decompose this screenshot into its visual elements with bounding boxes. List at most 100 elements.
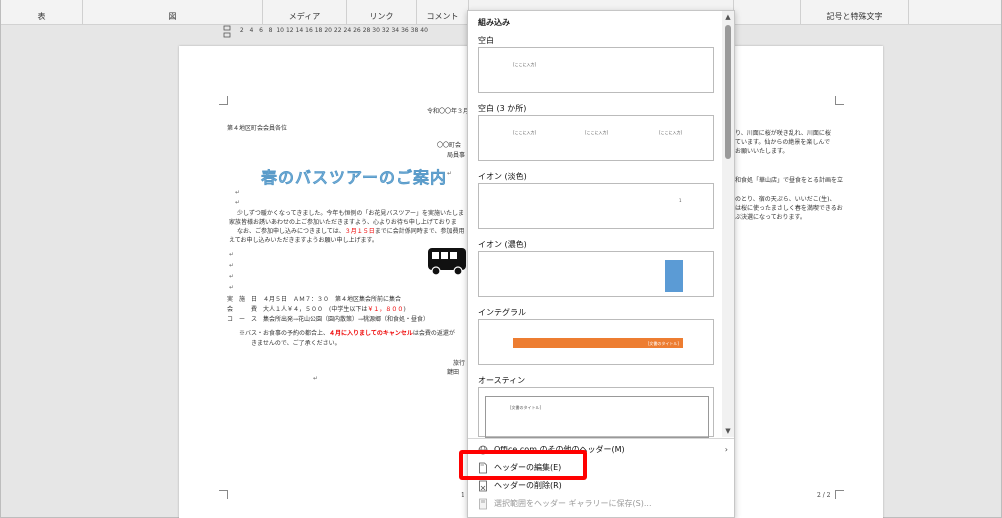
header-gallery-dropdown[interactable]: 組み込み 空白 [ここに入力] 空白 (3 か所) [ここに入力] [ここに入力… bbox=[467, 10, 735, 518]
paragraph-mark-icon: ↵ bbox=[313, 375, 319, 382]
ruler-tick-label: 8 bbox=[268, 27, 273, 34]
ruler-tick-label: 26 bbox=[353, 27, 361, 34]
gallery-item-integral[interactable]: [文書のタイトル] bbox=[478, 319, 714, 365]
ribbon-group-symbols[interactable]: 記号と特殊文字 bbox=[801, 0, 909, 24]
bus-icon bbox=[428, 248, 466, 276]
margin-corner bbox=[219, 490, 228, 499]
doc-text-run-red: ￥１，８００ bbox=[367, 306, 404, 313]
menu-save-to-gallery[interactable]: 選択範囲をヘッダー ギャラリーに保存(S)... bbox=[468, 495, 734, 513]
doc-text-run-red: ３月１５日 bbox=[344, 228, 375, 235]
paragraph-mark-icon: ↵ bbox=[229, 273, 235, 280]
ruler-tick-label: 18 bbox=[314, 27, 323, 34]
ruler-tick-label: 12 bbox=[285, 27, 294, 34]
menu-item-label: 選択範囲をヘッダー ギャラリーに保存(S)... bbox=[494, 499, 652, 508]
ribbon-group-header-footer[interactable] bbox=[733, 0, 801, 24]
ruler-tick-label: 16 bbox=[305, 27, 313, 34]
doc-paragraph: ぶ決選になっております。 bbox=[735, 214, 806, 221]
doc-detail-course: コ ー ス 集会所出発→花山公園（園内散策）→桃源郷（和食処・昼食） bbox=[227, 316, 430, 323]
ruler-tick-label: 38 bbox=[410, 27, 419, 34]
paragraph-mark-icon: ↵ bbox=[235, 189, 241, 196]
doc-text-run: ※バス・お食事の予約の都合上、 bbox=[239, 330, 330, 337]
save-selection-icon bbox=[479, 498, 487, 510]
doc-text-run-red: ４月に入りましてのキャンセル bbox=[329, 330, 413, 337]
remove-header-icon bbox=[479, 480, 487, 492]
gallery-item-blank[interactable]: [ここに入力] bbox=[478, 47, 714, 93]
scrollbar-thumb[interactable] bbox=[725, 25, 731, 159]
page-number: 2 / 2 bbox=[817, 492, 831, 499]
ribbon-group-label: メディア bbox=[288, 12, 321, 21]
thumb-placeholder: [ここに入力] bbox=[513, 130, 537, 135]
gallery-item-label: 空白 (3 か所) bbox=[478, 104, 527, 113]
doc-title: 春のバスツアーのご案内 bbox=[261, 168, 448, 187]
doc-text-run: なお、ご参加申し込みにつきましては、 bbox=[237, 228, 345, 235]
ruler-tick-label: 40 bbox=[420, 27, 428, 34]
highlight-annotation bbox=[459, 450, 587, 480]
doc-text-run: までに会計係同時まで、参加費用 bbox=[374, 228, 465, 235]
thumb-placeholder: [ここに入力] bbox=[513, 62, 537, 67]
doc-text-run: ) bbox=[403, 306, 406, 313]
scroll-down-icon[interactable]: ▼ bbox=[722, 425, 734, 437]
doc-note: ※バス・お食事の予約の都合上、４月に入りましてのキャンセルは会費の返還が bbox=[239, 328, 455, 337]
thumb-placeholder: [ここに入力] bbox=[659, 130, 683, 135]
ribbon-group-label: 記号と特殊文字 bbox=[826, 12, 883, 21]
doc-paragraph: 和食処「華山店」で昼食をとる計画を立 bbox=[735, 177, 844, 184]
doc-recipient: 第４地区町会会員各位 bbox=[227, 125, 288, 132]
chevron-right-icon: › bbox=[724, 445, 728, 454]
menu-divider bbox=[468, 438, 734, 439]
doc-paragraph: えてお申し込みいただきますようお願い申し上げます。 bbox=[229, 237, 378, 244]
ruler-tick-label: 4 bbox=[249, 27, 254, 34]
gallery-item-label: インテグラル bbox=[478, 308, 526, 317]
doc-detail-fee: 会 費 大人１人￥４，５００ (中学生以下は￥１，８００) bbox=[227, 304, 406, 313]
ribbon-group-label: リンク bbox=[369, 12, 394, 21]
ribbon-group-table[interactable]: 表 bbox=[1, 0, 83, 24]
gallery-item-label: イオン (淡色) bbox=[478, 172, 527, 181]
ribbon-group-comments[interactable]: コメント bbox=[417, 0, 469, 24]
ruler-tick-label: 10 bbox=[276, 27, 284, 34]
ribbon-group-label: コメント bbox=[426, 12, 459, 21]
thumb-page-number: 1 bbox=[679, 198, 682, 203]
paragraph-mark-icon: ↵ bbox=[229, 262, 235, 269]
doc-contact: 鍵田 bbox=[447, 369, 460, 376]
ruler-tick-label: 14 bbox=[295, 27, 304, 34]
ribbon-group-label: 図 bbox=[168, 12, 177, 21]
gallery-item-ion-light[interactable]: 1 bbox=[478, 183, 714, 229]
ruler-tick-label: 36 bbox=[401, 27, 409, 34]
doc-paragraph: は桜に使ったまさしく春を満喫できるお bbox=[735, 205, 843, 212]
doc-paragraph: り、川面に桜が咲き乱れ、川面に桜 bbox=[735, 130, 831, 137]
doc-sender-name: 局員事 bbox=[447, 152, 466, 159]
indent-marker-icon[interactable] bbox=[223, 25, 231, 39]
ribbon-group-links[interactable]: リンク bbox=[347, 0, 417, 24]
thumb-placeholder: [文書のタイトル] bbox=[647, 341, 679, 346]
ruler-tick-label: 32 bbox=[381, 27, 390, 34]
paragraph-mark-icon: ↵ bbox=[235, 199, 241, 206]
thumb-color-block bbox=[665, 260, 683, 292]
doc-contact: 旅行 bbox=[453, 360, 466, 367]
gallery-scrollbar[interactable]: ▲ ▼ bbox=[722, 11, 734, 437]
ruler-tick-label: 6 bbox=[259, 27, 263, 34]
ribbon-group-illustrations[interactable]: 図 bbox=[83, 0, 263, 24]
doc-text-run: 会 費 大人１人￥４，５００ (中学生以下は bbox=[227, 306, 368, 313]
ruler-tick-label: 30 bbox=[372, 27, 380, 34]
doc-paragraph: 家族皆様お誘いあわせの上ご参加いただきますよう、心よりお待ち申し上げておりま bbox=[229, 219, 457, 226]
doc-paragraph: のとり、宿の天ぷら、いいだこ(生)、 bbox=[735, 196, 836, 203]
gallery-item-austin[interactable]: [文書のタイトル] bbox=[478, 387, 714, 438]
doc-text-run: は会費の返還が bbox=[412, 330, 455, 337]
ribbon-group-media[interactable]: メディア bbox=[263, 0, 347, 24]
gallery-item-label: オースティン bbox=[478, 376, 526, 385]
margin-corner bbox=[835, 96, 844, 105]
doc-note: きませんので、ご了承ください。 bbox=[251, 340, 341, 347]
thumb-placeholder: [文書のタイトル] bbox=[510, 405, 542, 410]
doc-paragraph: ています。仙からの絶景を楽しんで bbox=[735, 139, 831, 146]
gallery-item-blank-three[interactable]: [ここに入力] [ここに入力] [ここに入力] bbox=[478, 115, 714, 161]
header-gallery-list[interactable]: 組み込み 空白 [ここに入力] 空白 (3 か所) [ここに入力] [ここに入力… bbox=[468, 11, 722, 438]
scroll-up-icon[interactable]: ▲ bbox=[722, 11, 734, 23]
gallery-item-ion-dark[interactable] bbox=[478, 251, 714, 297]
doc-date: 令和〇〇年３月 bbox=[427, 108, 470, 115]
doc-sender-org: 〇〇町会 bbox=[437, 142, 462, 149]
doc-paragraph: 少しずつ暖かくなってきました。今年も恒例の「お花見バスツアー」を実施いたしま bbox=[237, 210, 465, 217]
doc-detail-date: 実 施 日 ４月５日 ＡＭ７：３０ 第４地区集会所前に集合 bbox=[227, 296, 402, 303]
ruler-tick-label: 24 bbox=[343, 27, 352, 34]
margin-corner bbox=[219, 96, 228, 105]
paragraph-mark-icon: ↵ bbox=[447, 170, 453, 177]
ruler-numbers: 2 4 6 8 10 12 14 16 18 20 22 24 26 28 30 32 34 36 38 40 bbox=[237, 27, 429, 34]
